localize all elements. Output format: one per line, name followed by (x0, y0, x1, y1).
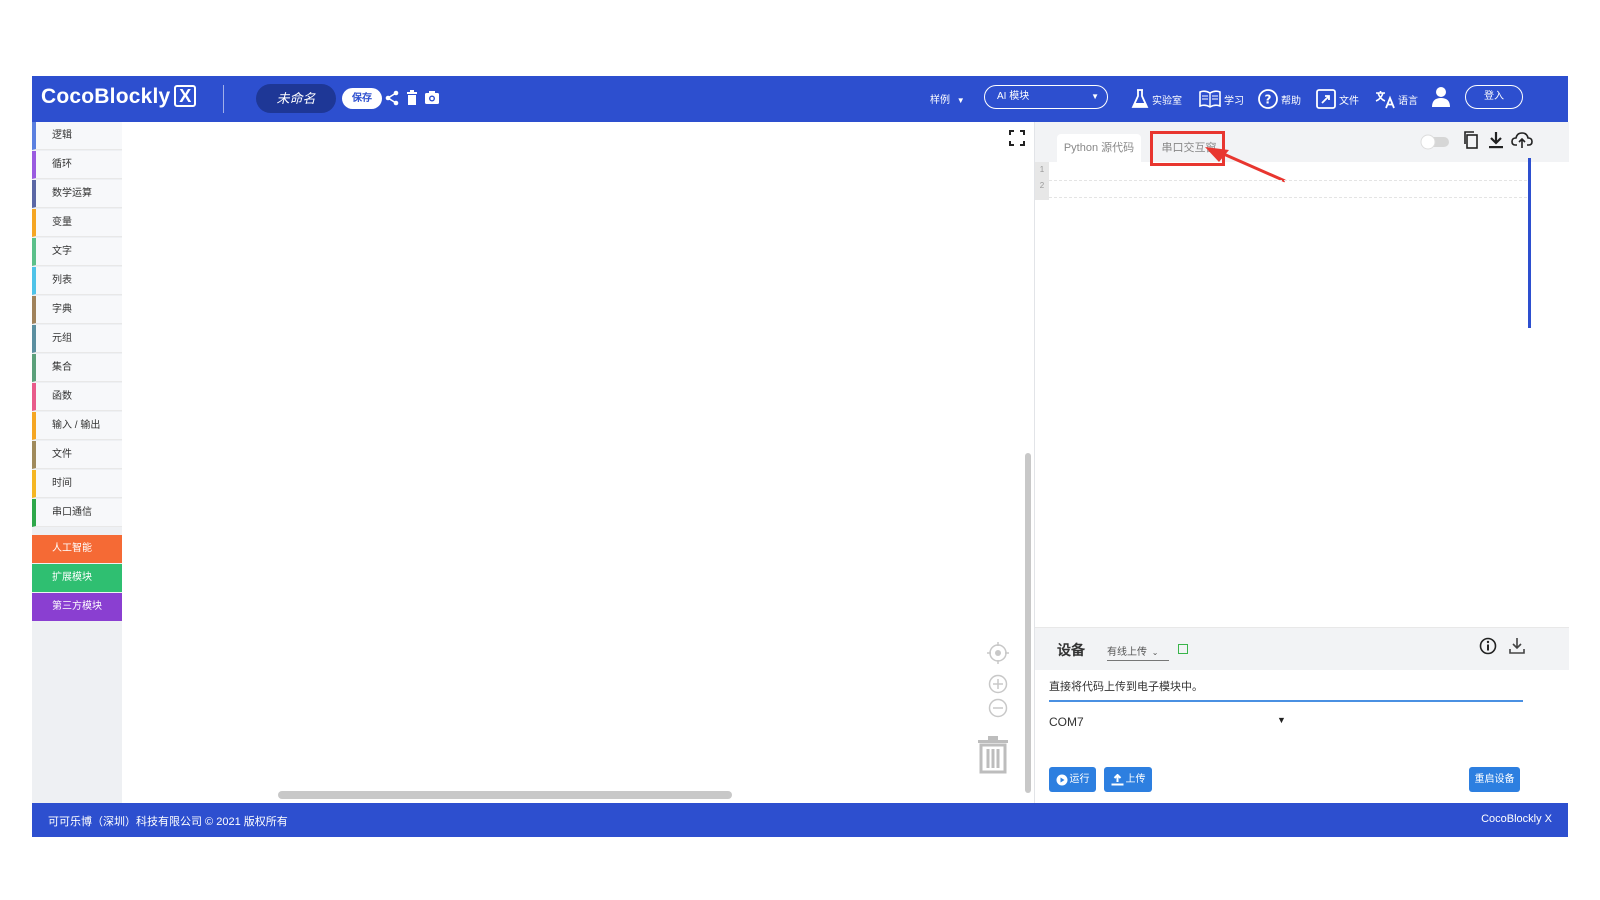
sidebar-item-time[interactable]: 时间 (32, 470, 122, 498)
sidebar-item-logic[interactable]: 逻辑 (32, 122, 122, 150)
cloud-upload-icon[interactable] (1511, 130, 1533, 150)
camera-icon[interactable] (424, 88, 440, 108)
nav-lab-label: 实验室 (1152, 95, 1182, 107)
fullscreen-icon[interactable] (1009, 130, 1025, 146)
caret-down-icon[interactable]: ▼ (1277, 715, 1286, 725)
upload-button[interactable]: 上传 (1104, 767, 1152, 792)
ai-module-label: AI 模块 (997, 91, 1030, 102)
user-icon[interactable] (1430, 85, 1452, 109)
help-icon: ? (1258, 89, 1278, 109)
app-window: CocoBlockly X 未命名 保存 样例 ▼ AI 模块 ▼ 实验室 学习… (32, 76, 1569, 852)
sidebar-item-math[interactable]: 数学运算 (32, 180, 122, 208)
download-icon[interactable] (1509, 637, 1525, 655)
logo-text: CocoBlockly (41, 85, 171, 108)
nav-language-label: 语言 (1398, 95, 1418, 107)
sidebar-block-ai[interactable]: 人工智能 (32, 535, 122, 563)
sidebar-item-tuple[interactable]: 元组 (32, 325, 122, 353)
nav-file-label: 文件 (1339, 95, 1359, 107)
chevron-down-icon: ▼ (1091, 92, 1099, 101)
book-icon (1199, 90, 1221, 108)
annotation-arrow-icon (1205, 147, 1286, 183)
footer: 可可乐博（深圳）科技有限公司 © 2021 版权所有 CocoBlockly X (32, 803, 1568, 837)
code-panel: Python 源代码 串口交互窗 1 2 设备 有线上传 ⌄ 直接将代码上传到电… (1034, 122, 1569, 803)
upload-checkbox[interactable] (1178, 644, 1188, 654)
nav-help[interactable]: ? 帮助 (1257, 85, 1301, 113)
device-description: 直接将代码上传到电子模块中。 (1049, 678, 1523, 702)
com-port-select[interactable]: COM7 (1049, 715, 1084, 729)
sidebar-item-text[interactable]: 文字 (32, 238, 122, 266)
restart-device-button[interactable]: 重启设备 (1469, 767, 1520, 792)
upload-label: 上传 (1125, 774, 1146, 785)
nav-help-label: 帮助 (1281, 95, 1301, 107)
sidebar-item-file[interactable]: 文件 (32, 441, 122, 469)
recenter-icon[interactable] (987, 642, 1009, 664)
file-icon (1316, 89, 1336, 109)
upload-icon (1111, 773, 1123, 785)
code-line-divider (1049, 180, 1527, 181)
copy-icon[interactable] (1463, 130, 1479, 150)
device-panel: 设备 有线上传 ⌄ 直接将代码上传到电子模块中。 COM7 ▼ 运行 上传 重启… (1035, 627, 1569, 803)
top-bar: CocoBlockly X 未命名 保存 样例 ▼ AI 模块 ▼ 实验室 学习… (32, 76, 1568, 122)
run-label: 运行 (1069, 774, 1090, 785)
zoom-out-icon[interactable] (988, 698, 1008, 718)
flask-icon (1131, 89, 1149, 108)
samples-label: 样例 (930, 95, 950, 106)
nav-lab[interactable]: 实验室 (1130, 85, 1182, 113)
nav-language[interactable]: 语言 (1374, 85, 1418, 113)
upload-mode-label: 有线上传 (1107, 647, 1147, 658)
run-button[interactable]: 运行 (1049, 767, 1096, 792)
code-scrollbar[interactable] (1528, 158, 1531, 328)
workspace-vertical-scrollbar[interactable] (1025, 453, 1031, 793)
sidebar-item-functions[interactable]: 函数 (32, 383, 122, 411)
zoom-in-icon[interactable] (988, 674, 1008, 694)
translate-icon (1375, 91, 1395, 109)
device-title: 设备 (1057, 642, 1085, 658)
trash-icon[interactable] (406, 88, 418, 108)
block-workspace[interactable] (122, 122, 1034, 803)
share-icon[interactable] (384, 88, 400, 108)
nav-file[interactable]: 文件 (1315, 85, 1359, 113)
line-number: 2 (1039, 181, 1045, 190)
sidebar-item-serial[interactable]: 串口通信 (32, 499, 122, 527)
play-icon (1056, 774, 1067, 785)
chevron-down-icon: ▼ (956, 96, 965, 105)
code-line-divider (1049, 197, 1527, 198)
download-icon[interactable] (1488, 130, 1504, 150)
logo-badge: X (174, 85, 197, 107)
sidebar-item-dict[interactable]: 字典 (32, 296, 122, 324)
sidebar-item-io[interactable]: 输入 / 输出 (32, 412, 122, 440)
ai-module-select[interactable]: AI 模块 ▼ (984, 85, 1108, 109)
sidebar-block-third-party[interactable]: 第三方模块 (32, 593, 122, 621)
category-sidebar: 逻辑 循环 数学运算 变量 文字 列表 字典 元组 集合 函数 输入 / 输出 … (32, 122, 122, 803)
footer-brand: CocoBlockly X (1481, 813, 1552, 825)
trash-can-icon[interactable] (976, 734, 1010, 774)
save-button[interactable]: 保存 (342, 88, 382, 109)
nav-learn-label: 学习 (1224, 95, 1244, 107)
line-number: 1 (1039, 165, 1045, 174)
sidebar-item-variables[interactable]: 变量 (32, 209, 122, 237)
code-tab-bar: Python 源代码 串口交互窗 (1035, 122, 1569, 183)
toggle-switch[interactable] (1420, 134, 1450, 150)
login-button[interactable]: 登入 (1465, 85, 1523, 109)
info-icon[interactable] (1479, 637, 1497, 655)
device-header: 设备 有线上传 ⌄ (1035, 628, 1569, 670)
chevron-down-icon: ⌄ (1151, 648, 1159, 657)
project-name-button[interactable]: 未命名 (256, 84, 336, 113)
sidebar-item-set[interactable]: 集合 (32, 354, 122, 382)
footer-copyright: 可可乐博（深圳）科技有限公司 © 2021 版权所有 (48, 816, 288, 828)
samples-menu[interactable]: 样例 ▼ (930, 91, 965, 106)
nav-learn[interactable]: 学习 (1198, 85, 1244, 113)
sidebar-block-extensions[interactable]: 扩展模块 (32, 564, 122, 592)
tab-python-source[interactable]: Python 源代码 (1057, 134, 1141, 162)
line-number-gutter: 1 2 (1035, 162, 1049, 200)
sidebar-item-loops[interactable]: 循环 (32, 151, 122, 179)
workspace-horizontal-scrollbar[interactable] (278, 791, 732, 799)
header-divider (223, 85, 224, 113)
svg-text:?: ? (1265, 93, 1272, 107)
logo[interactable]: CocoBlockly X (41, 85, 197, 109)
upload-mode-select[interactable]: 有线上传 ⌄ (1107, 643, 1169, 661)
sidebar-item-lists[interactable]: 列表 (32, 267, 122, 295)
